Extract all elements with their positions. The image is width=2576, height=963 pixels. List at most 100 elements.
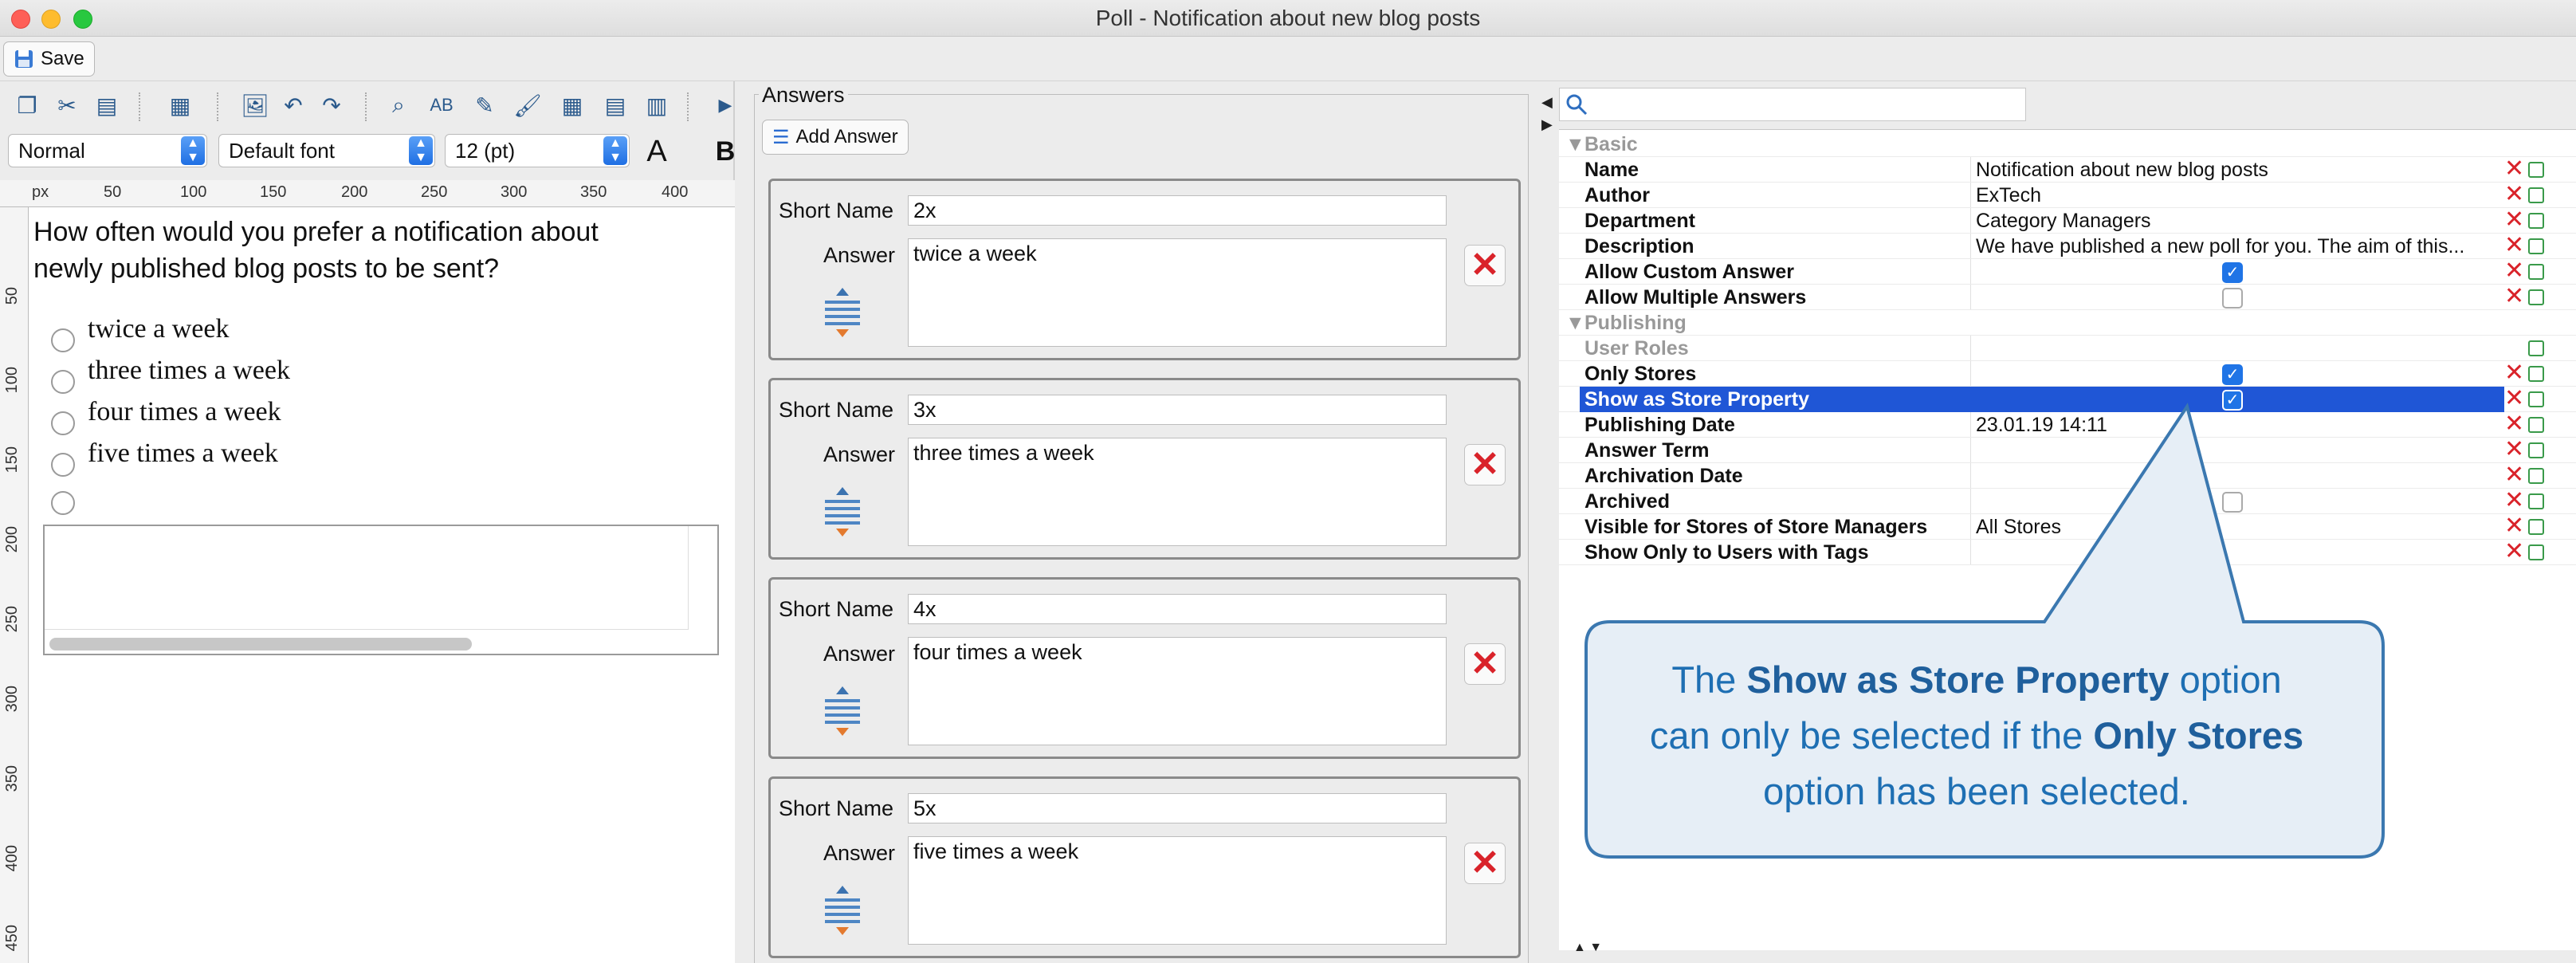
property-row[interactable]: Only Stores ✓ ✕ (1559, 361, 2576, 387)
reset-x-icon[interactable]: ✕ (2504, 540, 2524, 564)
short-name-input[interactable]: 2x (908, 195, 1447, 226)
only-stores-checkbox[interactable]: ✓ (2222, 364, 2243, 385)
reset-x-icon[interactable]: ✕ (2504, 387, 2524, 411)
allow-custom-answer-checkbox[interactable]: ✓ (2222, 262, 2243, 283)
brush-icon[interactable]: 🖌 (512, 89, 544, 121)
short-name-input[interactable]: 4x (908, 594, 1447, 624)
save-button[interactable]: Save (3, 41, 95, 77)
option-radio[interactable] (51, 328, 75, 352)
delete-answer-button[interactable]: ✕ (1464, 245, 1506, 286)
redo-icon[interactable]: ↷ (316, 89, 348, 121)
reset-x-icon[interactable]: ✕ (2504, 183, 2524, 206)
reorder-handle-icon[interactable] (819, 683, 866, 739)
reorder-handle-icon[interactable] (819, 882, 866, 938)
edit-icon[interactable] (2528, 340, 2544, 356)
more-tools-icon[interactable]: ▶ (709, 89, 741, 121)
cut-icon[interactable]: ✂ (51, 89, 83, 121)
paragraph-style-value: Normal (18, 139, 85, 163)
reset-x-icon[interactable]: ✕ (2504, 412, 2524, 436)
short-name-input[interactable]: 3x (908, 395, 1447, 425)
font-select[interactable]: Default font ▲ ▼ (218, 134, 435, 167)
reset-x-icon[interactable]: ✕ (2504, 489, 2524, 513)
add-answer-button[interactable]: ☰ Add Answer (762, 120, 909, 155)
property-row[interactable]: Department Category Managers ✕ (1559, 208, 2576, 234)
edit-icon[interactable] (2528, 162, 2544, 178)
font-color-icon[interactable]: A (641, 135, 673, 168)
bold-icon[interactable]: B (709, 136, 741, 167)
edit-icon[interactable] (2528, 238, 2544, 254)
edit-icon[interactable] (2528, 289, 2544, 305)
edit-icon[interactable] (2528, 417, 2544, 433)
reorder-handle-icon[interactable] (819, 484, 866, 540)
table-column-icon[interactable]: ▥ (641, 89, 673, 121)
reset-x-icon[interactable]: ✕ (2504, 514, 2524, 538)
option-radio[interactable] (51, 411, 75, 435)
custom-answer-radio[interactable] (51, 491, 75, 515)
allow-multiple-answers-checkbox[interactable] (2222, 288, 2243, 309)
reset-x-icon[interactable]: ✕ (2504, 438, 2524, 462)
edit-icon[interactable] (2528, 187, 2544, 203)
group-header-basic[interactable]: ▼ Basic (1559, 132, 2576, 158)
table-row-icon[interactable]: ▤ (599, 89, 631, 121)
textarea-content (45, 526, 689, 630)
horizontal-scrollbar[interactable] (49, 638, 472, 651)
updown-icon: ▲ ▼ (603, 136, 627, 165)
delete-answer-button[interactable]: ✕ (1464, 843, 1506, 884)
group-header-publishing[interactable]: ▼ Publishing (1559, 310, 2576, 336)
reset-x-icon[interactable]: ✕ (2504, 285, 2524, 309)
edit-icon[interactable] (2528, 519, 2544, 535)
collapse-right-icon[interactable]: ▶ (1541, 116, 1553, 133)
reset-x-icon[interactable]: ✕ (2504, 234, 2524, 257)
edit-icon[interactable] (2528, 544, 2544, 560)
insert-table-icon[interactable]: ▦ (556, 89, 588, 121)
delete-answer-button[interactable]: ✕ (1464, 444, 1506, 485)
reset-x-icon[interactable]: ✕ (2504, 157, 2524, 181)
replace-icon[interactable]: AB (426, 89, 457, 121)
reset-x-icon[interactable]: ✕ (2504, 208, 2524, 232)
answer-textarea[interactable]: three times a week (908, 438, 1447, 546)
edit-icon[interactable] (2528, 442, 2544, 458)
image-icon[interactable]: 🖼 (239, 89, 271, 121)
edit-icon[interactable] (2528, 264, 2544, 280)
property-row[interactable]: Description We have published a new poll … (1559, 234, 2576, 260)
reset-x-icon[interactable]: ✕ (2504, 361, 2524, 385)
question-editor[interactable]: How often would you prefer a notificatio… (29, 207, 735, 963)
question-text[interactable]: How often would you prefer a notificatio… (33, 214, 599, 287)
property-name: Department (1584, 210, 1695, 232)
short-name-input[interactable]: 5x (908, 793, 1447, 823)
edit-icon[interactable] (2528, 366, 2544, 382)
sort-arrows-icon[interactable]: ▲ ▼ (1573, 941, 1602, 955)
reset-x-icon[interactable]: ✕ (2504, 463, 2524, 487)
undo-icon[interactable]: ↶ (277, 89, 309, 121)
answer-textarea[interactable]: twice a week (908, 238, 1447, 347)
answer-textarea[interactable]: five times a week (908, 836, 1447, 945)
delete-answer-button[interactable]: ✕ (1464, 643, 1506, 685)
table-icon[interactable]: ▦ (164, 89, 196, 121)
edit-icon[interactable] (2528, 391, 2544, 407)
custom-answer-textarea[interactable] (43, 525, 719, 655)
collapse-left-icon[interactable]: ◀ (1541, 94, 1553, 111)
paragraph-style-select[interactable]: Normal ▲ ▼ (8, 134, 207, 167)
edit-link-icon[interactable]: ✎ (469, 89, 501, 121)
find-icon[interactable]: ⌕ (383, 89, 414, 121)
paste-icon[interactable]: ▤ (91, 89, 123, 121)
question-line: newly published blog posts to be sent? (33, 254, 500, 284)
toolbar-separator (687, 92, 689, 121)
property-row[interactable]: Allow Multiple Answers ✕ (1559, 285, 2576, 311)
edit-icon[interactable] (2528, 213, 2544, 229)
answer-textarea[interactable]: four times a week (908, 637, 1447, 745)
reset-x-icon[interactable]: ✕ (2504, 259, 2524, 283)
edit-icon[interactable] (2528, 468, 2544, 484)
property-search-input[interactable] (1559, 88, 2026, 121)
answer-label: Answer (823, 642, 896, 666)
property-row[interactable]: Author ExTech ✕ (1559, 183, 2576, 209)
property-row[interactable]: User Roles (1559, 336, 2576, 362)
property-row[interactable]: Name Notification about new blog posts ✕ (1559, 157, 2576, 183)
edit-icon[interactable] (2528, 493, 2544, 509)
copy-icon[interactable]: ❐ (11, 89, 43, 121)
option-radio[interactable] (51, 453, 75, 477)
reorder-handle-icon[interactable] (819, 285, 866, 340)
font-size-select[interactable]: 12 (pt) ▲ ▼ (445, 134, 630, 167)
property-row[interactable]: Allow Custom Answer ✓ ✕ (1559, 259, 2576, 285)
option-radio[interactable] (51, 370, 75, 394)
